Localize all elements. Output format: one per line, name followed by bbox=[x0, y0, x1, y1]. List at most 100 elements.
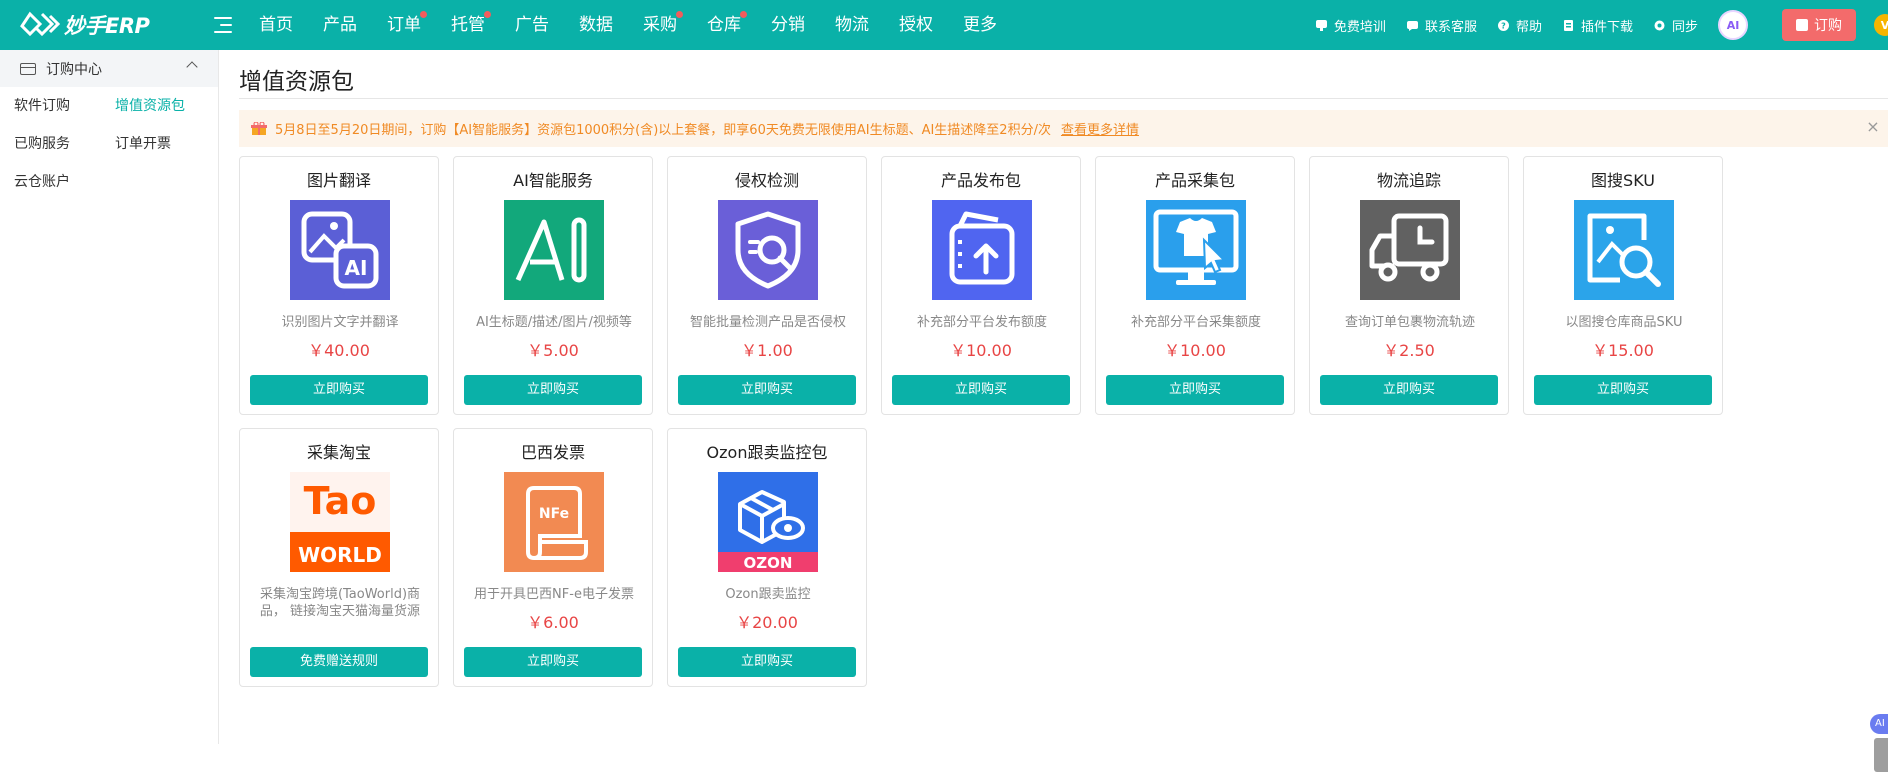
ozon-monitor-icon: OZON bbox=[718, 472, 818, 572]
invoice-icon: NFe bbox=[504, 472, 604, 572]
brand-name: 妙手ERP bbox=[64, 14, 150, 38]
package-price: ￥40.00 bbox=[308, 341, 370, 360]
menu-toggle-icon[interactable] bbox=[214, 17, 232, 33]
sidebar-item-1[interactable]: 增值资源包 bbox=[115, 87, 225, 125]
svg-text:NFe: NFe bbox=[539, 506, 569, 522]
nav-item-label: 数据 bbox=[579, 15, 613, 35]
notification-dot bbox=[740, 11, 747, 18]
nav-item-label: 订单 bbox=[387, 15, 421, 35]
ai-assistant-avatar[interactable]: AI bbox=[1718, 10, 1748, 40]
package-price: ￥6.00 bbox=[527, 613, 579, 632]
nav-item-5[interactable]: 数据 bbox=[564, 0, 628, 50]
buy-now-button[interactable]: 立即购买 bbox=[1106, 375, 1284, 405]
nav-item-label: 分销 bbox=[771, 15, 805, 35]
nav-item-4[interactable]: 广告 bbox=[500, 0, 564, 50]
buy-now-button[interactable]: 立即购买 bbox=[678, 375, 856, 405]
package-card: 巴西发票 NFe 用于开具巴西NF-e电子发票 ￥6.00 立即购买 bbox=[453, 428, 653, 687]
nav-item-label: 广告 bbox=[515, 15, 549, 35]
buy-now-button[interactable]: 立即购买 bbox=[1320, 375, 1498, 405]
credit-card-icon bbox=[20, 62, 36, 75]
top-toolbar: 免费培训 联系客服 ? 帮助 插件下载 同步 AI 订购 V bbox=[1315, 0, 1888, 50]
svg-text:OZON: OZON bbox=[744, 554, 793, 572]
svg-text:WORLD: WORLD bbox=[298, 543, 382, 567]
divider bbox=[239, 98, 1888, 99]
nav-item-11[interactable]: 更多 bbox=[948, 0, 1012, 50]
upload-package-icon bbox=[932, 200, 1032, 300]
package-card: Ozon跟卖监控包 OZON Ozon跟卖监控 ￥20.00 立即购买 bbox=[667, 428, 867, 687]
package-description: 补充部分平台发布额度 bbox=[916, 315, 1047, 330]
buy-now-button[interactable]: 立即购买 bbox=[892, 375, 1070, 405]
buy-now-button[interactable]: 立即购买 bbox=[464, 647, 642, 677]
taoworld-logo: Tao WORLD bbox=[290, 472, 390, 572]
nav-item-10[interactable]: 授权 bbox=[884, 0, 948, 50]
nav-item-label: 产品 bbox=[323, 15, 357, 35]
package-description: 采集淘宝跨境(TaoWorld)商品， 链接淘宝天猫海量货源 bbox=[259, 587, 421, 619]
nav-item-0[interactable]: 首页 bbox=[244, 0, 308, 50]
package-card: 产品发布包 补充部分平台发布额度 ￥10.00 立即购买 bbox=[881, 156, 1081, 415]
plugin-icon bbox=[1562, 19, 1575, 32]
package-title: 产品采集包 bbox=[1154, 171, 1235, 190]
nav-item-8[interactable]: 分销 bbox=[756, 0, 820, 50]
package-price: ￥20.00 bbox=[736, 613, 798, 632]
free-gift-rules-button[interactable]: 免费赠送规则 bbox=[250, 647, 428, 677]
tool-plugin[interactable]: 插件下载 bbox=[1562, 16, 1633, 35]
sidebar: 订购中心 软件订购 增值资源包 已购服务 订单开票 云仓账户 bbox=[0, 50, 219, 744]
promo-notice: 5月8日至5月20日期间，订购【AI智能服务】资源包1000积分(含)以上套餐，… bbox=[239, 110, 1888, 147]
floating-tool-button[interactable] bbox=[1874, 738, 1888, 772]
notification-dot bbox=[676, 11, 683, 18]
notice-more-link[interactable]: 查看更多详情 bbox=[1061, 119, 1139, 138]
sidebar-item-4[interactable]: 云仓账户 bbox=[14, 163, 115, 201]
package-title: 巴西发票 bbox=[520, 443, 585, 462]
nav-item-7[interactable]: 仓库 bbox=[692, 0, 756, 50]
nav-item-label: 托管 bbox=[451, 15, 485, 35]
nav-item-3[interactable]: 托管 bbox=[436, 0, 500, 50]
sidebar-header[interactable]: 订购中心 bbox=[0, 50, 218, 87]
buy-now-button[interactable]: 立即购买 bbox=[250, 375, 428, 405]
tool-training[interactable]: 免费培训 bbox=[1315, 16, 1386, 35]
chevron-up-icon[interactable] bbox=[186, 61, 198, 73]
package-price: ￥15.00 bbox=[1592, 341, 1654, 360]
brand-logo[interactable]: 妙手ERP bbox=[20, 10, 170, 40]
sidebar-header-label: 订购中心 bbox=[46, 61, 102, 78]
buy-now-button[interactable]: 立即购买 bbox=[678, 647, 856, 677]
tool-help[interactable]: ? 帮助 bbox=[1497, 16, 1542, 35]
chat-icon bbox=[1406, 19, 1419, 32]
collect-monitor-icon bbox=[1146, 200, 1246, 300]
package-card: 产品采集包 补充部分平台采集额度 ￥10.00 立即购买 bbox=[1095, 156, 1295, 415]
package-price: ￥10.00 bbox=[950, 341, 1012, 360]
package-description: AI生标题/描述/图片/视频等 bbox=[476, 315, 632, 330]
package-card: 物流追踪 查询订单包裹物流轨迹 ￥2.50 立即购买 bbox=[1309, 156, 1509, 415]
vip-badge[interactable]: V bbox=[1874, 14, 1888, 36]
tool-chat[interactable]: 联系客服 bbox=[1406, 16, 1477, 35]
page-title: 增值资源包 bbox=[239, 69, 354, 95]
nav-item-2[interactable]: 订单 bbox=[372, 0, 436, 50]
sidebar-item-0[interactable]: 软件订购 bbox=[14, 87, 115, 125]
floating-ai-button[interactable]: AI bbox=[1870, 714, 1888, 734]
package-title: 产品发布包 bbox=[940, 171, 1021, 190]
nav-item-label: 首页 bbox=[259, 15, 293, 35]
svg-text:AI: AI bbox=[345, 256, 368, 280]
package-price: ￥10.00 bbox=[1164, 341, 1226, 360]
nav-item-label: 物流 bbox=[835, 15, 869, 35]
gift-icon bbox=[251, 121, 267, 135]
order-button[interactable]: 订购 bbox=[1782, 9, 1856, 41]
sidebar-item-3[interactable]: 订单开票 bbox=[115, 125, 225, 163]
close-icon[interactable]: × bbox=[1866, 119, 1880, 135]
nav-item-1[interactable]: 产品 bbox=[308, 0, 372, 50]
main-content: 增值资源包 5月8日至5月20日期间，订购【AI智能服务】资源包1000积分(含… bbox=[220, 50, 1888, 772]
tool-sync[interactable]: 同步 bbox=[1653, 16, 1698, 35]
nav-item-9[interactable]: 物流 bbox=[820, 0, 884, 50]
package-card: 图搜SKU 以图搜仓库商品SKU ￥15.00 立即购买 bbox=[1523, 156, 1723, 415]
package-title: 图片翻译 bbox=[306, 171, 371, 190]
sidebar-item-2[interactable]: 已购服务 bbox=[14, 125, 115, 163]
nav-item-label: 采购 bbox=[643, 15, 677, 35]
package-card: AI智能服务 AI生标题/描述/图片/视频等 ￥5.00 立即购买 bbox=[453, 156, 653, 415]
buy-now-button[interactable]: 立即购买 bbox=[1534, 375, 1712, 405]
main-nav: 首页 产品 订单 托管 广告 数据 采购 仓库 分销 物流 授权 更多 bbox=[244, 0, 1012, 50]
ai-icon bbox=[504, 200, 604, 300]
svg-text:?: ? bbox=[1501, 21, 1506, 30]
nav-item-6[interactable]: 采购 bbox=[628, 0, 692, 50]
package-card: 侵权检测 智能批量检测产品是否侵权 ￥1.00 立即购买 bbox=[667, 156, 867, 415]
buy-now-button[interactable]: 立即购买 bbox=[464, 375, 642, 405]
top-nav: 妙手ERP 首页 产品 订单 托管 广告 数据 采购 仓库 分销 物流 授权 更多 免费培训 联系客服?… bbox=[0, 0, 1888, 50]
